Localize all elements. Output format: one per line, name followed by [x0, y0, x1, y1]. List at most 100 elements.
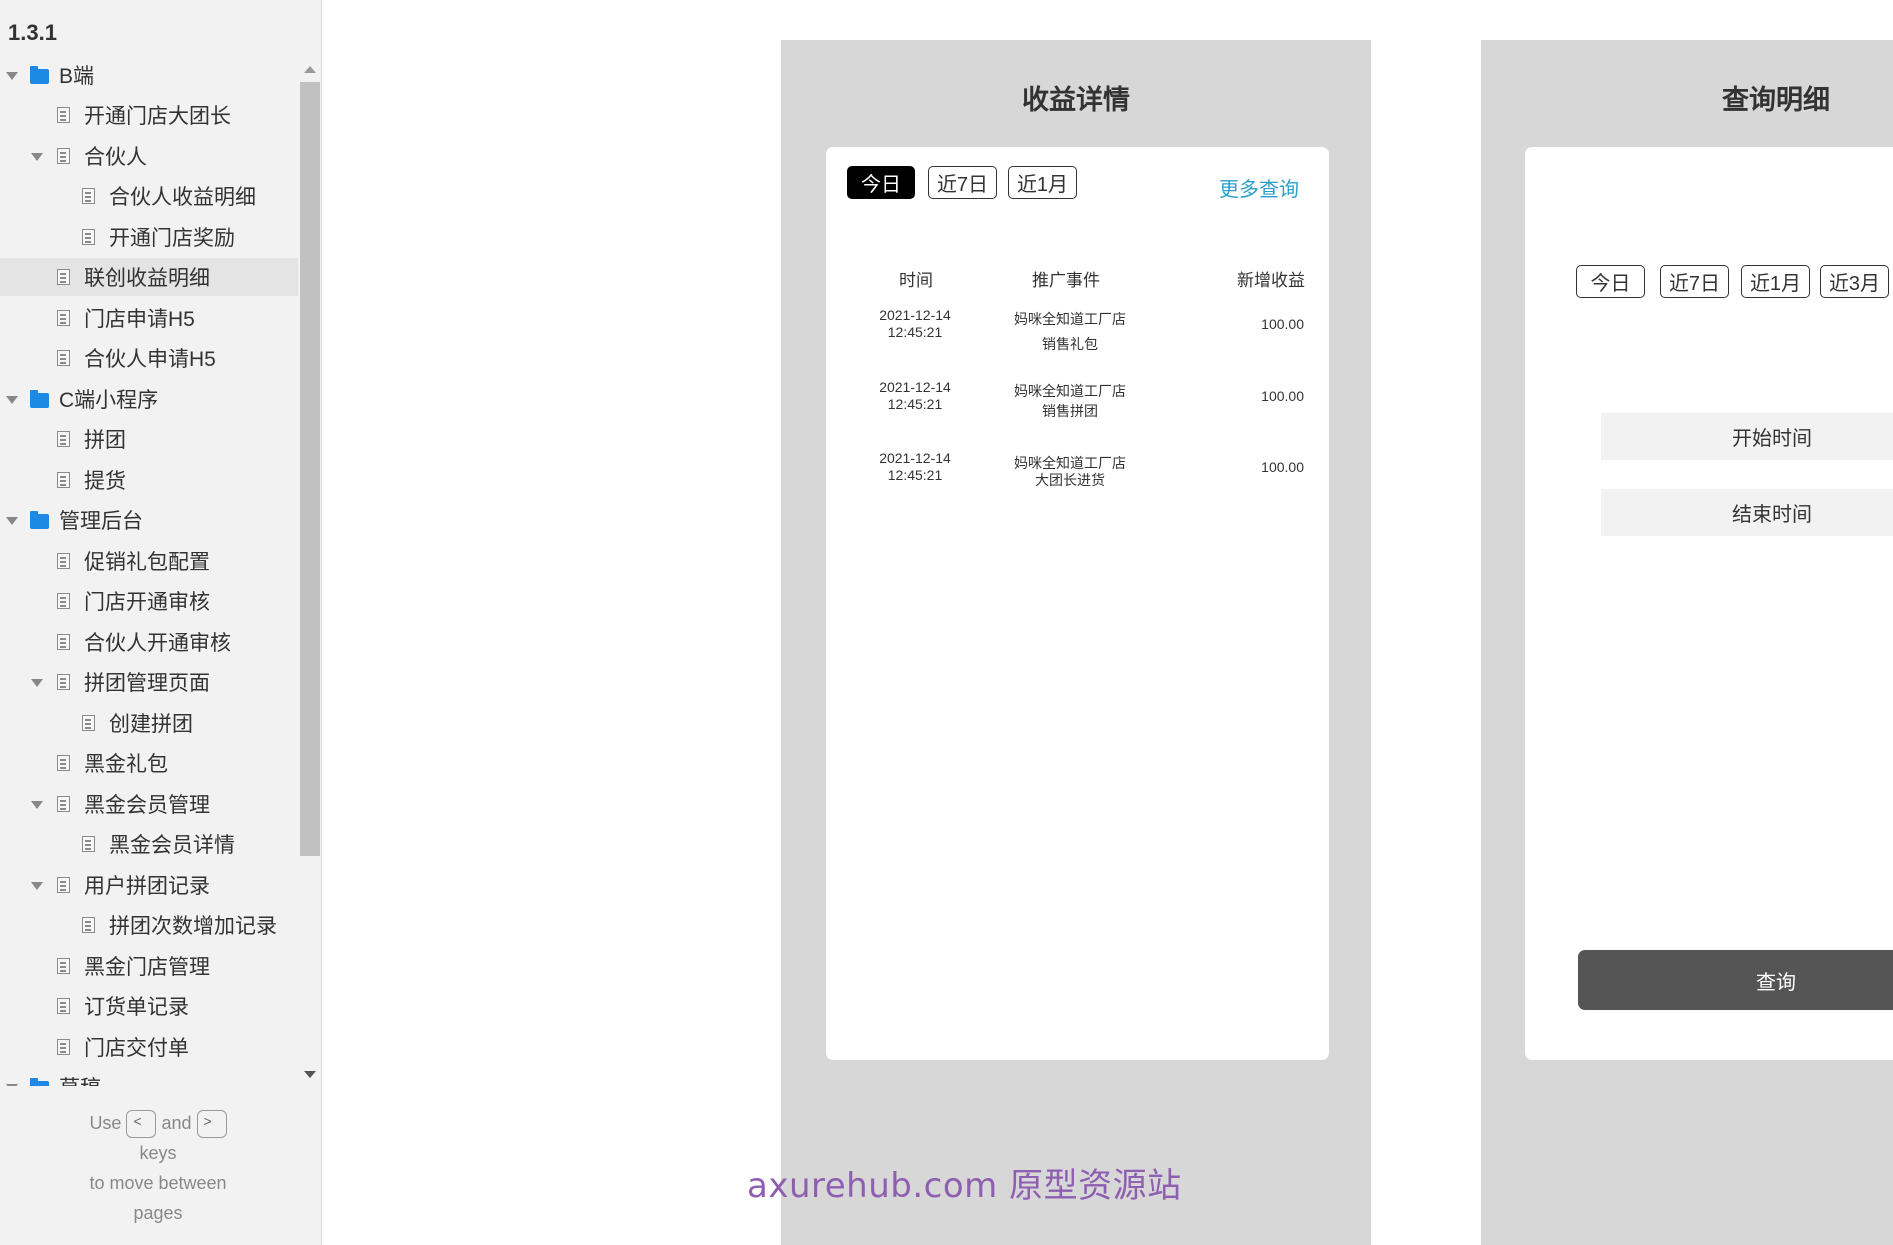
tree-label: 促销礼包配置: [84, 551, 210, 574]
tree-item[interactable]: 开通门店奖励: [0, 218, 298, 256]
tree-label: 门店申请H5: [84, 308, 195, 331]
row-amount: 100.00: [1261, 459, 1304, 475]
tree-item[interactable]: 拼团次数增加记录: [0, 906, 298, 944]
tree-item[interactable]: 订货单记录: [0, 987, 298, 1025]
tree-label: 黑金会员管理: [84, 794, 210, 817]
tree-label: 拼团次数增加记录: [109, 915, 277, 938]
chevron-down-icon[interactable]: [31, 679, 43, 687]
hint-and: and: [161, 1113, 192, 1133]
tree-item[interactable]: 拼团: [0, 420, 298, 458]
page-icon: [82, 917, 95, 933]
tree-label: 创建拼团: [109, 713, 193, 736]
screen-title: 收益详情: [1022, 85, 1130, 115]
navigation-hint: Use < and > keys to move between pages: [0, 1108, 316, 1228]
start-time-field[interactable]: 开始时间: [1601, 413, 1893, 460]
tree-item[interactable]: 拼团管理页面: [0, 663, 298, 701]
scroll-up-arrow-icon[interactable]: [304, 66, 316, 73]
tab-3-months[interactable]: 近3月: [1820, 265, 1889, 298]
page-icon: [82, 188, 95, 204]
page-icon: [57, 269, 70, 285]
tree-folder-c[interactable]: C端小程序: [0, 380, 298, 418]
tree-label: 黑金门店管理: [84, 956, 210, 979]
tree-item[interactable]: 提货: [0, 461, 298, 499]
page-icon: [57, 1039, 70, 1055]
tree-item[interactable]: 黑金会员详情: [0, 825, 298, 863]
hint-use: Use: [89, 1113, 122, 1133]
row-event-type: 销售拼团: [1042, 403, 1098, 419]
tree-label: 黑金会员详情: [109, 834, 235, 857]
page-icon: [82, 715, 95, 731]
chevron-down-icon[interactable]: [31, 801, 43, 809]
sidebar: 1.3.1 B端 开通门店大团长 合伙人 合伙人收益明细 开通门店奖励 联创收益…: [0, 0, 322, 1245]
folder-icon: [30, 66, 49, 84]
tree-item[interactable]: 黑金门店管理: [0, 947, 298, 985]
row-event-store: 妈咪全知道工厂店: [1014, 311, 1126, 327]
query-button[interactable]: 查询: [1578, 950, 1893, 1010]
tree-item[interactable]: 促销礼包配置: [0, 542, 298, 580]
page-icon: [57, 674, 70, 690]
row-time: 12:45:21: [887, 324, 943, 340]
tree-folder-b[interactable]: B端: [0, 56, 298, 94]
tab-1-month[interactable]: 近1月: [1008, 166, 1077, 199]
tree-item[interactable]: 黑金会员管理: [0, 785, 298, 823]
more-query-link[interactable]: 更多查询: [1219, 173, 1299, 202]
tree-item[interactable]: 门店交付单: [0, 1028, 298, 1066]
row-date: 2021-12-14: [879, 450, 951, 466]
tree-item[interactable]: 合伙人: [0, 137, 298, 175]
row-time: 12:45:21: [887, 467, 943, 483]
tab-7-days[interactable]: 近7日: [1660, 265, 1729, 298]
tree-folder-admin[interactable]: 管理后台: [0, 501, 298, 539]
tree-label: 门店开通审核: [84, 591, 210, 614]
hint-line2: to move between: [89, 1173, 227, 1194]
tree-label: 用户拼团记录: [84, 875, 210, 898]
page-icon: [57, 431, 70, 447]
page-icon: [57, 107, 70, 123]
tree-label: 合伙人开通审核: [84, 632, 231, 655]
chevron-down-icon[interactable]: [6, 396, 18, 404]
tree-label: 订货单记录: [84, 996, 189, 1019]
hint-line3: pages: [133, 1203, 183, 1224]
tree-label: 开通门店奖励: [109, 227, 235, 250]
folder-icon: [30, 1078, 49, 1086]
tree-label: 合伙人申请H5: [84, 348, 216, 371]
page-icon: [57, 755, 70, 771]
tab-7-days[interactable]: 近7日: [928, 166, 997, 199]
tree-item[interactable]: 合伙人收益明细: [0, 177, 298, 215]
previous-key-icon: <: [126, 1110, 157, 1139]
tab-today[interactable]: 今日: [1576, 265, 1645, 298]
tree-item[interactable]: 开通门店大团长: [0, 96, 298, 134]
scrollbar-thumb[interactable]: [300, 82, 320, 856]
scroll-down-arrow-icon[interactable]: [304, 1071, 316, 1078]
page-icon: [82, 836, 95, 852]
page-icon: [57, 472, 70, 488]
tree-folder-draft[interactable]: 草稿: [0, 1068, 298, 1086]
chevron-down-icon[interactable]: [6, 72, 18, 80]
page-icon: [82, 229, 95, 245]
tree-item[interactable]: 用户拼团记录: [0, 866, 298, 904]
tree-item-selected[interactable]: 联创收益明细: [0, 258, 298, 296]
tab-today[interactable]: 今日: [847, 166, 915, 199]
row-event-type: 销售礼包: [1042, 336, 1098, 352]
tree-item[interactable]: 黑金礼包: [0, 744, 298, 782]
row-event-type: 大团长进货: [1035, 472, 1105, 488]
page-icon: [57, 593, 70, 609]
tree-item[interactable]: 门店开通审核: [0, 582, 298, 620]
chevron-down-icon[interactable]: [6, 517, 18, 525]
end-time-field[interactable]: 结束时间: [1601, 489, 1893, 536]
chevron-down-icon[interactable]: [31, 153, 43, 161]
tab-1-month[interactable]: 近1月: [1741, 265, 1810, 298]
tree-item[interactable]: 门店申请H5: [0, 299, 298, 337]
page-tree: B端 开通门店大团长 合伙人 合伙人收益明细 开通门店奖励 联创收益明细 门店申…: [0, 56, 300, 1086]
row-event-store: 妈咪全知道工厂店: [1014, 383, 1126, 399]
version-label: 1.3.1: [8, 20, 57, 45]
column-header-event: 推广事件: [1032, 271, 1100, 290]
chevron-down-icon[interactable]: [31, 882, 43, 890]
page-icon: [57, 998, 70, 1014]
tree-item[interactable]: 合伙人申请H5: [0, 339, 298, 377]
tree-item[interactable]: 合伙人开通审核: [0, 623, 298, 661]
row-amount: 100.00: [1261, 388, 1304, 404]
tree-item[interactable]: 创建拼团: [0, 704, 298, 742]
column-header-earnings: 新增收益: [1237, 271, 1305, 290]
chevron-down-icon[interactable]: [6, 1084, 18, 1086]
tree-label: 合伙人: [84, 146, 147, 169]
